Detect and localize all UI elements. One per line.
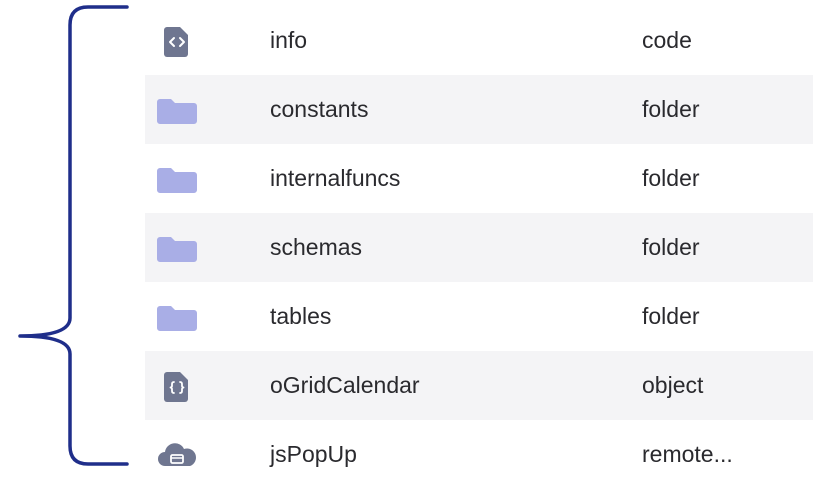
file-name: jsPopUp bbox=[270, 441, 357, 467]
file-name: schemas bbox=[270, 234, 363, 260]
file-kind: folder bbox=[642, 303, 700, 329]
file-kind: folder bbox=[642, 234, 700, 260]
screenshot-canvas: info code constants folder internalfuncs… bbox=[0, 0, 813, 492]
object-file-icon bbox=[154, 366, 200, 406]
folder-icon bbox=[154, 90, 200, 130]
curly-brace-annotation bbox=[18, 5, 129, 466]
code-file-icon bbox=[154, 21, 200, 61]
file-name: tables bbox=[270, 303, 332, 329]
list-item-ogridcalendar[interactable]: oGridCalendar object bbox=[145, 351, 813, 420]
file-kind: folder bbox=[642, 96, 700, 122]
cloud-icon bbox=[154, 435, 200, 475]
folder-icon bbox=[154, 228, 200, 268]
list-item-internalfuncs[interactable]: internalfuncs folder bbox=[145, 144, 813, 213]
file-name: info bbox=[270, 27, 308, 53]
file-name: constants bbox=[270, 96, 369, 122]
list-item-info[interactable]: info code bbox=[145, 6, 813, 75]
file-list: info code constants folder internalfuncs… bbox=[145, 6, 813, 492]
file-name: internalfuncs bbox=[270, 165, 401, 191]
file-kind: folder bbox=[642, 165, 700, 191]
file-kind: remote... bbox=[642, 441, 733, 467]
file-kind: code bbox=[642, 27, 692, 53]
file-name: oGridCalendar bbox=[270, 372, 420, 398]
list-item-tables[interactable]: tables folder bbox=[145, 282, 813, 351]
list-item-schemas[interactable]: schemas folder bbox=[145, 213, 813, 282]
list-item-constants[interactable]: constants folder bbox=[145, 75, 813, 144]
folder-icon bbox=[154, 159, 200, 199]
file-kind: object bbox=[642, 372, 704, 398]
list-item-jspopup[interactable]: jsPopUp remote... bbox=[145, 420, 813, 489]
folder-icon bbox=[154, 297, 200, 337]
